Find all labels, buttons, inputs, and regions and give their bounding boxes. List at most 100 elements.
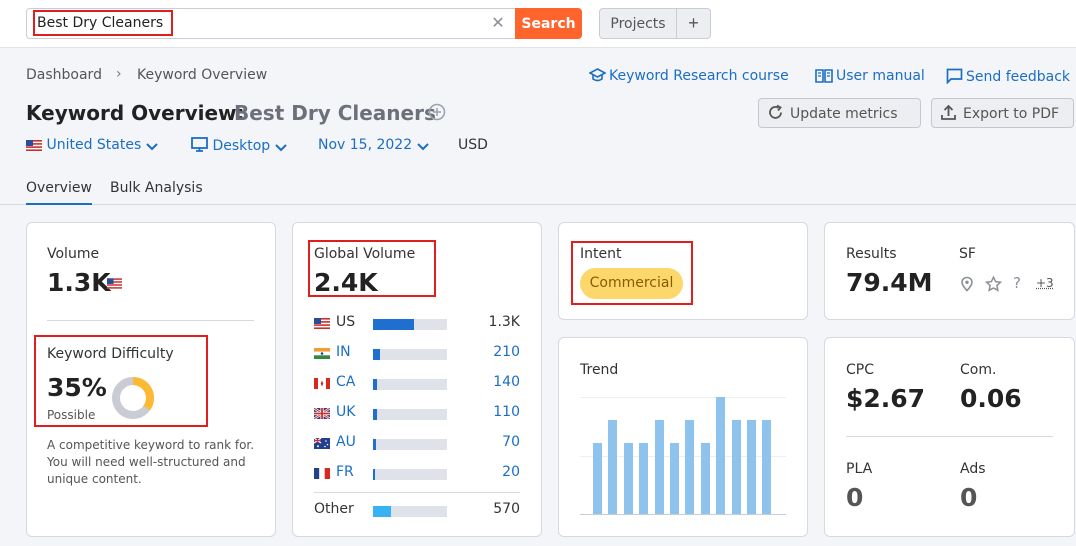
date-filter-label: Nov 15, 2022 bbox=[318, 137, 413, 153]
trend-baseline bbox=[580, 514, 786, 515]
pla-label: PLA bbox=[846, 461, 873, 477]
ads-label: Ads bbox=[960, 461, 986, 477]
country-volume: 20 bbox=[502, 464, 520, 480]
country-row-fr[interactable]: FR 20 bbox=[314, 464, 522, 484]
global-volume-label: Global Volume bbox=[314, 246, 416, 262]
graduation-cap-icon bbox=[588, 68, 607, 82]
trend-bar[interactable] bbox=[639, 442, 649, 514]
country-bar-fill bbox=[373, 379, 378, 390]
trend-bar[interactable] bbox=[608, 420, 618, 514]
user-manual-label: User manual bbox=[836, 68, 925, 84]
country-volume: 1.3K bbox=[488, 314, 520, 330]
add-project-button[interactable]: + bbox=[676, 8, 711, 39]
user-manual-link[interactable]: User manual bbox=[815, 68, 925, 84]
projects-button[interactable]: Projects bbox=[599, 8, 677, 39]
country-volume: 110 bbox=[493, 404, 520, 420]
country-bar-fill bbox=[373, 409, 377, 420]
tab-bulk-analysis[interactable]: Bulk Analysis bbox=[110, 180, 203, 203]
trend-bar[interactable] bbox=[700, 442, 710, 514]
country-bar bbox=[373, 319, 447, 330]
country-bar bbox=[373, 379, 447, 390]
country-bar bbox=[373, 409, 447, 420]
country-row-uk[interactable]: UK 110 bbox=[314, 404, 522, 424]
chevron-down-icon bbox=[274, 144, 287, 152]
competition-value: 0.06 bbox=[960, 384, 1022, 413]
country-bar bbox=[373, 349, 447, 360]
trend-bar[interactable] bbox=[593, 442, 602, 514]
send-feedback-link[interactable]: Send feedback bbox=[946, 68, 1070, 85]
france-flag-icon bbox=[314, 468, 330, 479]
country-row-us[interactable]: US 1.3K bbox=[314, 314, 522, 334]
pla-value: 0 bbox=[846, 483, 864, 512]
intent-label: Intent bbox=[580, 246, 622, 262]
update-metrics-button[interactable]: Update metrics bbox=[758, 98, 921, 128]
canada-flag-icon bbox=[314, 378, 330, 389]
cpc-value: $2.67 bbox=[846, 384, 926, 413]
location-pin-icon bbox=[961, 276, 973, 292]
trend-bar[interactable] bbox=[670, 442, 679, 514]
country-bar-fill bbox=[373, 469, 376, 480]
india-flag-icon bbox=[314, 348, 330, 359]
add-keyword-icon[interactable] bbox=[428, 103, 446, 121]
other-label: Other bbox=[314, 501, 354, 517]
device-filter-label: Desktop bbox=[212, 138, 271, 154]
breadcrumb-dashboard[interactable]: Dashboard bbox=[26, 67, 102, 83]
country-volume: 70 bbox=[502, 434, 520, 450]
tab-overview[interactable]: Overview bbox=[26, 180, 92, 205]
us-flag-icon bbox=[26, 140, 42, 151]
export-pdf-label: Export to PDF bbox=[963, 106, 1060, 122]
refresh-icon bbox=[769, 104, 782, 119]
keyword-course-link[interactable]: Keyword Research course bbox=[588, 68, 789, 84]
country-volume: 140 bbox=[493, 374, 520, 390]
export-pdf-button[interactable]: Export to PDF bbox=[931, 98, 1074, 128]
chat-icon bbox=[946, 68, 963, 85]
divider bbox=[846, 436, 1053, 437]
divider bbox=[47, 320, 254, 321]
trend-bar[interactable] bbox=[731, 420, 741, 514]
country-bar bbox=[373, 439, 447, 450]
country-bar-fill bbox=[373, 439, 376, 450]
intent-badge: Commercial bbox=[580, 268, 683, 299]
device-filter[interactable]: Desktop bbox=[191, 137, 287, 154]
country-filter[interactable]: United States bbox=[26, 137, 158, 153]
export-icon bbox=[941, 104, 956, 120]
volume-label: Volume bbox=[47, 246, 100, 262]
keyword-difficulty-level: Possible bbox=[47, 408, 96, 422]
country-code: FR bbox=[336, 464, 354, 480]
country-code: CA bbox=[336, 374, 356, 390]
country-row-in[interactable]: IN 210 bbox=[314, 344, 522, 364]
trend-bar[interactable] bbox=[762, 420, 772, 514]
country-bar-fill bbox=[373, 506, 391, 517]
volume-value: 1.3K bbox=[47, 268, 111, 297]
search-button[interactable]: Search bbox=[515, 8, 582, 39]
clear-icon[interactable]: ✕ bbox=[489, 13, 507, 33]
search-input[interactable] bbox=[33, 10, 173, 36]
keyword-difficulty-description: A competitive keyword to rank for. You w… bbox=[47, 438, 255, 486]
results-label: Results bbox=[846, 246, 897, 262]
question-icon: ? bbox=[1013, 274, 1021, 292]
trend-bar[interactable] bbox=[685, 420, 695, 514]
trend-bar[interactable] bbox=[716, 397, 726, 514]
grid-line bbox=[580, 397, 786, 398]
country-row-ca[interactable]: CA 140 bbox=[314, 374, 522, 394]
serp-features-more[interactable]: +3 bbox=[1036, 276, 1054, 290]
page-title: Keyword Overview: bbox=[26, 101, 245, 125]
chevron-right-icon: › bbox=[116, 66, 122, 82]
country-bar bbox=[373, 469, 447, 480]
country-row-au[interactable]: AU 70 bbox=[314, 434, 522, 454]
keyword-course-label: Keyword Research course bbox=[609, 68, 789, 84]
country-code: UK bbox=[336, 404, 356, 420]
country-bar bbox=[373, 506, 447, 517]
date-filter[interactable]: Nov 15, 2022 bbox=[318, 137, 429, 153]
chevron-down-icon bbox=[146, 143, 158, 151]
trend-bar[interactable] bbox=[654, 420, 664, 514]
cpc-label: CPC bbox=[846, 362, 874, 378]
page-keyword: Best Dry Cleaners bbox=[234, 101, 436, 125]
star-icon bbox=[985, 276, 1002, 292]
trend-bar[interactable] bbox=[623, 442, 633, 514]
global-volume-value: 2.4K bbox=[314, 268, 378, 297]
trend-bar[interactable] bbox=[747, 420, 756, 514]
country-bar-fill bbox=[373, 319, 414, 330]
country-code: US bbox=[336, 314, 356, 330]
country-bar-fill bbox=[373, 349, 380, 360]
